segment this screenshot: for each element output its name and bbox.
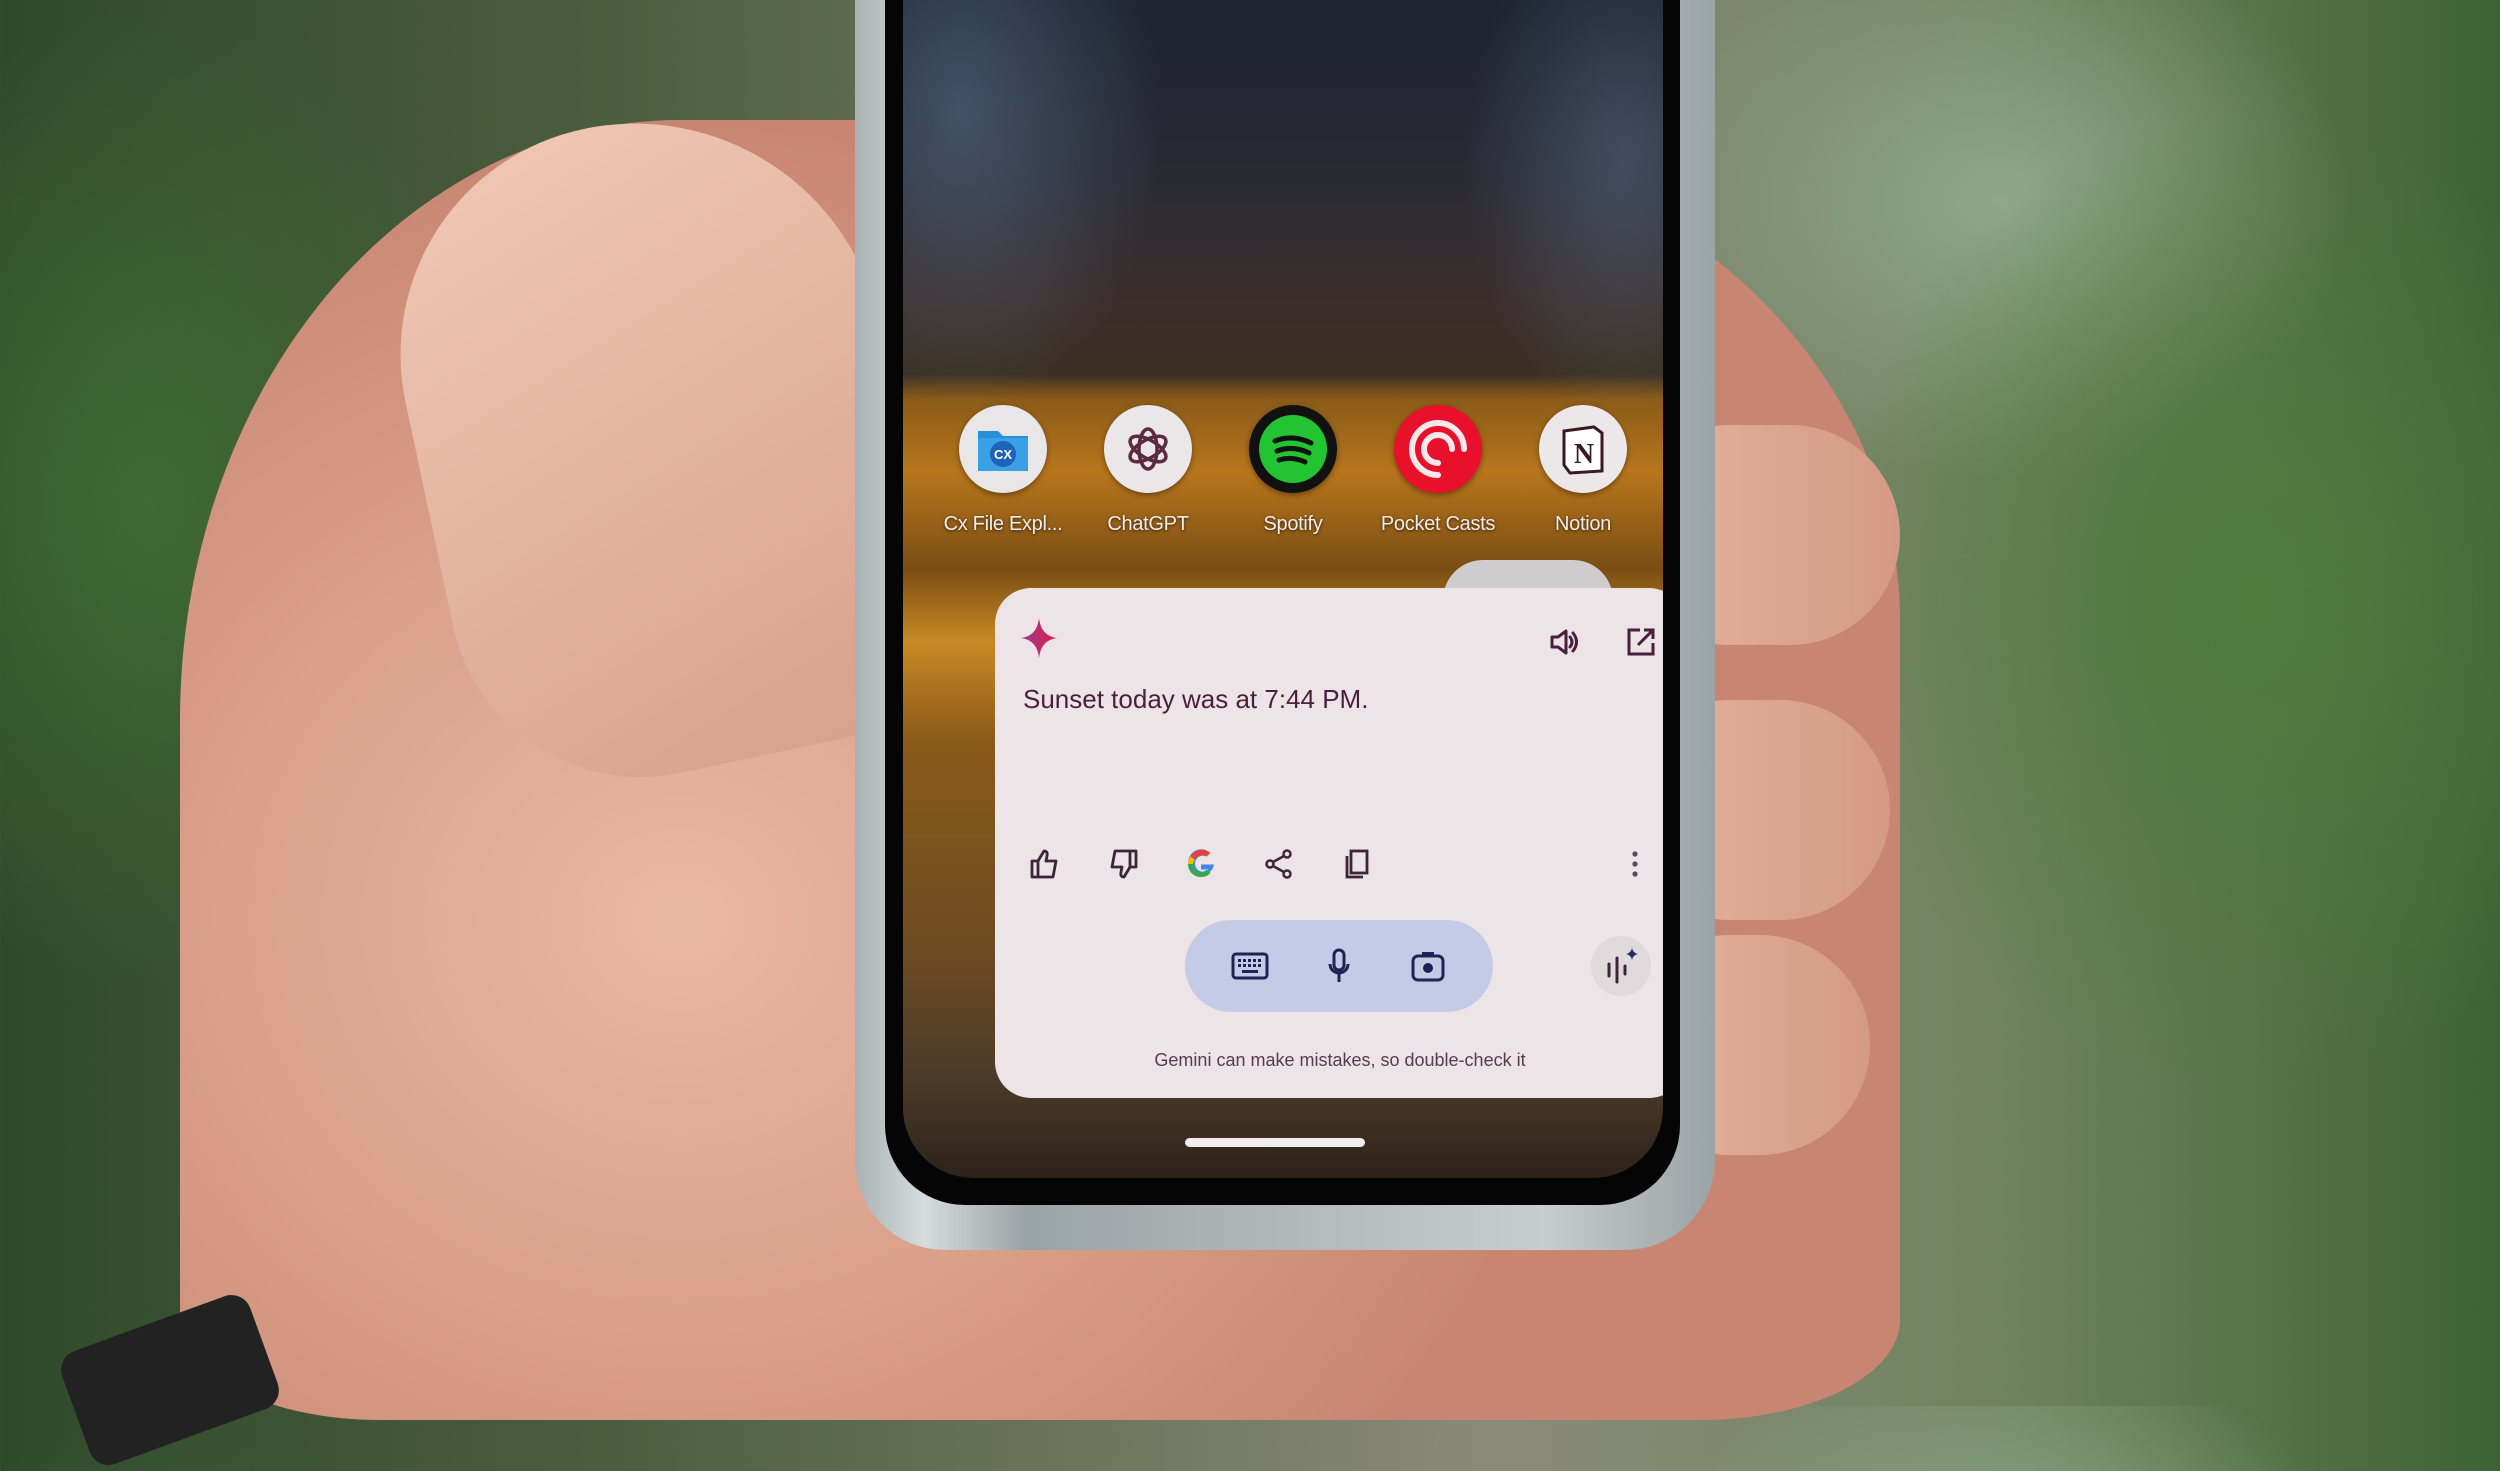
gemini-live-button[interactable] xyxy=(1591,936,1651,996)
camera-icon xyxy=(1411,952,1445,982)
keyboard-button[interactable] xyxy=(1222,938,1278,994)
chatgpt-icon xyxy=(1104,405,1192,493)
microphone-icon xyxy=(1328,948,1350,982)
thumbs-up-button[interactable] xyxy=(1021,840,1069,888)
input-mode-bar xyxy=(1185,920,1493,1012)
phone-bezel: CX Cx File Expl... ChatGPT Spotify Pocke… xyxy=(885,0,1680,1205)
share-button[interactable] xyxy=(1255,840,1303,888)
cx-file-explorer-icon: CX xyxy=(959,405,1047,493)
disclaimer-text: Gemini can make mistakes, so double-chec… xyxy=(1154,1050,1526,1070)
notion-icon: N xyxy=(1539,405,1627,493)
spotify-icon xyxy=(1249,405,1337,493)
app-notion[interactable]: N Notion xyxy=(1513,405,1653,536)
svg-text:CX: CX xyxy=(994,447,1012,462)
google-search-button[interactable] xyxy=(1177,840,1225,888)
gemini-sparkle-icon xyxy=(1021,618,1057,658)
gemini-overlay: Sunset today was at 7:44 PM. Gemini can … xyxy=(995,588,1663,1098)
svg-text:N: N xyxy=(1574,439,1594,470)
microphone-button[interactable] xyxy=(1311,938,1367,994)
more-options-button[interactable] xyxy=(1611,840,1659,888)
app-spotify[interactable]: Spotify xyxy=(1223,405,1363,536)
app-label: ChatGPT xyxy=(1107,513,1189,535)
app-label: Notion xyxy=(1554,513,1611,535)
phone-screen: CX Cx File Expl... ChatGPT Spotify Pocke… xyxy=(903,0,1663,1178)
camera-button[interactable] xyxy=(1400,938,1456,994)
watch-strap xyxy=(55,1289,285,1471)
share-icon xyxy=(1265,849,1292,879)
thumbs-down-icon xyxy=(1110,849,1138,879)
app-label: Pocket Casts xyxy=(1380,513,1496,535)
gesture-home-bar[interactable] xyxy=(1185,1138,1365,1147)
app-row: CX Cx File Expl... ChatGPT Spotify Pocke… xyxy=(933,405,1653,536)
open-external-icon xyxy=(1627,628,1655,656)
gemini-live-icon xyxy=(1607,948,1638,984)
app-cx-file-explorer[interactable]: CX Cx File Expl... xyxy=(933,405,1073,536)
more-vertical-icon xyxy=(1632,851,1638,877)
google-g-icon xyxy=(1187,849,1214,878)
keyboard-icon xyxy=(1231,952,1269,980)
copy-button[interactable] xyxy=(1333,840,1381,888)
read-aloud-button[interactable] xyxy=(1545,622,1585,662)
gemini-header xyxy=(1019,616,1661,666)
response-actions xyxy=(1021,840,1659,890)
phone-frame: CX Cx File Expl... ChatGPT Spotify Pocke… xyxy=(855,0,1715,1250)
app-label: Spotify xyxy=(1263,513,1323,535)
speaker-icon xyxy=(1550,629,1578,655)
app-pocket-casts[interactable]: Pocket Casts xyxy=(1368,405,1508,536)
app-chatgpt[interactable]: ChatGPT xyxy=(1078,405,1218,536)
open-in-app-button[interactable] xyxy=(1621,622,1661,662)
thumbs-down-button[interactable] xyxy=(1099,840,1147,888)
thumbs-up-icon xyxy=(1030,849,1058,879)
app-label: Cx File Expl... xyxy=(943,513,1063,535)
copy-icon xyxy=(1345,849,1369,879)
response-text: Sunset today was at 7:44 PM. xyxy=(1023,684,1369,714)
pocket-casts-icon xyxy=(1394,405,1482,493)
